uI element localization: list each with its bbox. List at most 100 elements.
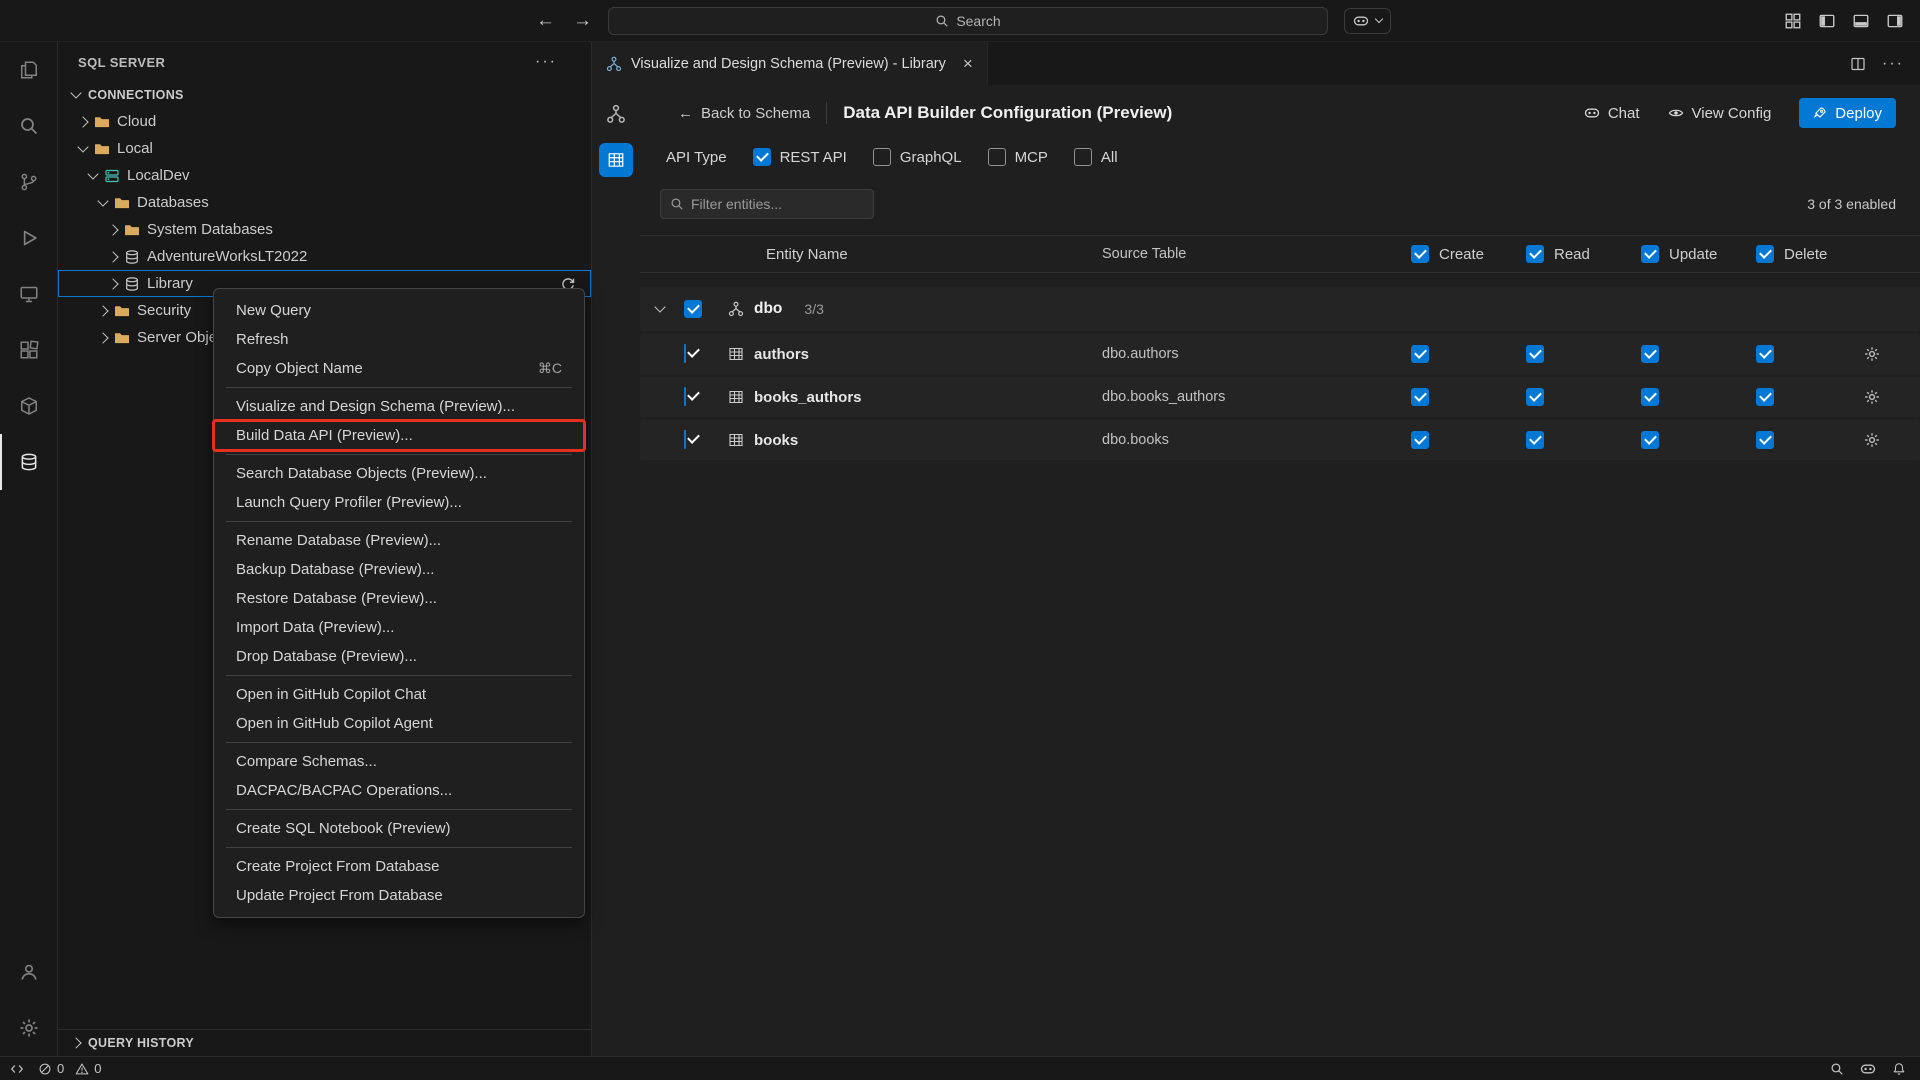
remote-indicator-icon[interactable]	[10, 1062, 24, 1076]
menu-item-open-copilot-chat[interactable]: Open in GitHub Copilot Chat	[214, 680, 584, 709]
source-control-activity-button[interactable]	[0, 154, 57, 210]
row-select-checkbox[interactable]	[684, 344, 686, 363]
read-checkbox[interactable]	[1526, 388, 1544, 406]
data-api-config-view-button[interactable]	[599, 143, 633, 177]
run-debug-activity-button[interactable]	[0, 210, 57, 266]
menu-item-drop-database[interactable]: Drop Database (Preview)...	[214, 642, 584, 671]
more-actions-icon[interactable]: ···	[1882, 55, 1904, 73]
read-checkbox[interactable]	[1526, 345, 1544, 363]
menu-item-new-query[interactable]: New Query	[214, 296, 584, 325]
create-all-checkbox[interactable]	[1411, 245, 1429, 263]
tree-item-localdev[interactable]: LocalDev	[58, 162, 591, 189]
zoom-icon[interactable]	[1830, 1062, 1844, 1076]
api-option-all[interactable]: All	[1074, 148, 1118, 166]
group-select-checkbox[interactable]	[684, 300, 702, 318]
filter-entities-input[interactable]	[691, 196, 851, 212]
bell-icon[interactable]	[1892, 1062, 1906, 1076]
query-history-header[interactable]: QUERY HISTORY	[58, 1030, 591, 1056]
update-checkbox[interactable]	[1641, 345, 1659, 363]
entity-row-books[interactable]: books dbo.books	[640, 420, 1920, 460]
copilot-menu-button[interactable]	[1344, 8, 1391, 34]
toggle-secondary-sidebar-icon[interactable]	[1886, 12, 1904, 30]
row-select-checkbox[interactable]	[684, 387, 686, 406]
menu-item-update-project-from-database[interactable]: Update Project From Database	[214, 881, 584, 910]
read-all-checkbox[interactable]	[1526, 245, 1544, 263]
create-checkbox[interactable]	[1411, 431, 1429, 449]
menu-item-launch-query-profiler[interactable]: Launch Query Profiler (Preview)...	[214, 488, 584, 517]
toggle-sidebar-icon[interactable]	[1818, 12, 1836, 30]
delete-all-checkbox[interactable]	[1756, 245, 1774, 263]
tree-item-label: Databases	[137, 194, 209, 211]
entity-row-books-authors[interactable]: books_authors dbo.books_authors	[640, 377, 1920, 417]
sidebar-more-actions-button[interactable]: ···	[535, 53, 557, 71]
create-checkbox[interactable]	[1411, 345, 1429, 363]
tree-item-databases[interactable]: Databases	[58, 189, 591, 216]
read-checkbox[interactable]	[1526, 431, 1544, 449]
menu-item-build-data-api[interactable]: Build Data API (Preview)...	[214, 421, 584, 450]
deploy-button[interactable]: Deploy	[1799, 98, 1896, 128]
connections-section-header[interactable]: CONNECTIONS	[58, 82, 591, 108]
split-editor-icon[interactable]	[1850, 56, 1866, 72]
menu-item-rename-database[interactable]: Rename Database (Preview)...	[214, 526, 584, 555]
tab-visualize-design-schema[interactable]: Visualize and Design Schema (Preview) - …	[592, 42, 988, 85]
search-activity-button[interactable]	[0, 98, 57, 154]
extensions-activity-button[interactable]	[0, 322, 57, 378]
menu-item-import-data[interactable]: Import Data (Preview)...	[214, 613, 584, 642]
tree-item-system-databases[interactable]: System Databases	[58, 216, 591, 243]
row-settings-gear-icon[interactable]	[1864, 432, 1880, 448]
row-select-checkbox[interactable]	[684, 430, 686, 449]
menu-item-dacpac-bacpac-operations[interactable]: DACPAC/BACPAC Operations...	[214, 776, 584, 805]
menu-item-search-database-objects[interactable]: Search Database Objects (Preview)...	[214, 459, 584, 488]
toggle-panel-icon[interactable]	[1852, 12, 1870, 30]
forward-arrow-icon[interactable]: →	[573, 10, 592, 32]
entity-row-authors[interactable]: authors dbo.authors	[640, 334, 1920, 374]
tree-item-adventureworkslt2022[interactable]: AdventureWorksLT2022	[58, 243, 591, 270]
copilot-icon[interactable]	[1860, 1061, 1876, 1077]
row-settings-gear-icon[interactable]	[1864, 346, 1880, 362]
delete-checkbox[interactable]	[1756, 431, 1774, 449]
graphql-checkbox[interactable]	[873, 148, 891, 166]
chat-button[interactable]: Chat	[1584, 105, 1640, 122]
explorer-activity-button[interactable]	[0, 42, 57, 98]
menu-item-visualize-design-schema[interactable]: Visualize and Design Schema (Preview)...	[214, 392, 584, 421]
delete-checkbox[interactable]	[1756, 388, 1774, 406]
filter-entities-box[interactable]	[660, 189, 874, 219]
menu-item-copy-object-name[interactable]: Copy Object Name ⌘C	[214, 354, 584, 383]
update-all-checkbox[interactable]	[1641, 245, 1659, 263]
mcp-checkbox[interactable]	[988, 148, 1006, 166]
all-checkbox[interactable]	[1074, 148, 1092, 166]
menu-item-backup-database[interactable]: Backup Database (Preview)...	[214, 555, 584, 584]
menu-item-refresh[interactable]: Refresh	[214, 325, 584, 354]
remote-explorer-activity-button[interactable]	[0, 266, 57, 322]
back-arrow-icon[interactable]: ←	[536, 10, 555, 32]
schema-group-row[interactable]: dbo 3/3	[640, 287, 1920, 331]
menu-item-compare-schemas[interactable]: Compare Schemas...	[214, 747, 584, 776]
close-icon[interactable]: ×	[963, 54, 973, 74]
settings-button[interactable]	[0, 1000, 57, 1056]
menu-item-create-sql-notebook[interactable]: Create SQL Notebook (Preview)	[214, 814, 584, 843]
database-projects-activity-button[interactable]	[0, 378, 57, 434]
back-to-schema-link[interactable]: ← Back to Schema	[678, 105, 810, 122]
view-config-button[interactable]: View Config	[1668, 105, 1772, 122]
delete-checkbox[interactable]	[1756, 345, 1774, 363]
problems-indicator[interactable]: 0 0	[38, 1061, 101, 1076]
customize-layout-icon[interactable]	[1784, 12, 1802, 30]
api-option-rest[interactable]: REST API	[753, 148, 847, 166]
update-checkbox[interactable]	[1641, 431, 1659, 449]
row-settings-gear-icon[interactable]	[1864, 389, 1880, 405]
sql-server-activity-button[interactable]	[0, 434, 57, 490]
api-option-graphql[interactable]: GraphQL	[873, 148, 962, 166]
chevron-down-icon[interactable]	[654, 301, 665, 312]
schema-diagram-view-button[interactable]	[599, 97, 633, 131]
menu-item-create-project-from-database[interactable]: Create Project From Database	[214, 852, 584, 881]
accounts-button[interactable]	[0, 944, 57, 1000]
command-center-search[interactable]: Search	[608, 7, 1328, 35]
menu-item-open-copilot-agent[interactable]: Open in GitHub Copilot Agent	[214, 709, 584, 738]
tree-item-local[interactable]: Local	[58, 135, 591, 162]
update-checkbox[interactable]	[1641, 388, 1659, 406]
tree-item-cloud[interactable]: Cloud	[58, 108, 591, 135]
rest-api-checkbox[interactable]	[753, 148, 771, 166]
create-checkbox[interactable]	[1411, 388, 1429, 406]
menu-item-restore-database[interactable]: Restore Database (Preview)...	[214, 584, 584, 613]
api-option-mcp[interactable]: MCP	[988, 148, 1048, 166]
